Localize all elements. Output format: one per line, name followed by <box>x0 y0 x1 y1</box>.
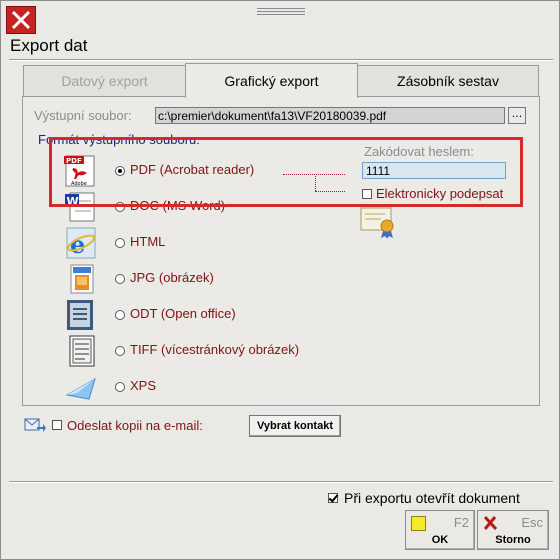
format-label-tiff: TIFF (vícestránkový obrázek) <box>130 342 300 357</box>
sign-label: Elektronicky podepsat <box>376 186 504 201</box>
format-option-pdf[interactable]: PDF Adobe PDF (Acrobat reader) <box>61 155 361 187</box>
drag-grip[interactable] <box>257 8 305 18</box>
odt-document-icon <box>67 300 93 330</box>
footer-divider <box>9 481 553 483</box>
svg-text:W: W <box>67 195 79 208</box>
output-file-label: Výstupní soubor: <box>34 108 132 123</box>
format-label-doc: DOC (MS Word) <box>130 198 226 213</box>
connector-line <box>283 174 345 175</box>
red-x-icon <box>483 516 497 530</box>
pdf-file-icon: PDF Adobe <box>64 155 95 187</box>
export-dialog: Export dat Datový export Grafický export… <box>0 0 560 560</box>
format-radio-jpg[interactable] <box>115 274 125 284</box>
certificate-icon <box>360 207 394 238</box>
format-radio-html[interactable] <box>115 238 125 248</box>
internet-explorer-icon: e <box>66 227 96 259</box>
word-doc-icon: W <box>65 192 95 222</box>
format-radio-doc[interactable] <box>115 202 125 212</box>
format-radio-tiff[interactable] <box>115 346 125 356</box>
password-label: Zakódovat heslem: <box>364 144 474 159</box>
open-after-label: Při exportu otevřít dokument <box>344 490 520 506</box>
cancel-button[interactable]: Esc Storno <box>477 510 549 550</box>
format-option-odt[interactable]: ODT (Open office) <box>61 299 361 331</box>
jpg-image-icon <box>70 264 94 294</box>
browse-button[interactable]: ... <box>508 107 526 124</box>
svg-text:Adobe: Adobe <box>71 181 87 187</box>
cancel-shortcut: Esc <box>521 515 543 530</box>
format-label-xps: XPS <box>130 378 157 393</box>
format-radio-odt[interactable] <box>115 310 125 320</box>
format-label-jpg: JPG (obrázek) <box>130 270 214 285</box>
format-label-odt: ODT (Open office) <box>130 306 236 321</box>
email-send-icon <box>24 418 46 432</box>
format-radio-xps[interactable] <box>115 382 125 392</box>
email-label: Odeslat kopii na e-mail: <box>67 417 203 433</box>
format-label-pdf: PDF (Acrobat reader) <box>130 162 255 177</box>
title-divider <box>9 59 553 61</box>
sign-checkbox[interactable] <box>362 188 372 199</box>
format-heading: Formát výstupního souboru: <box>38 132 200 147</box>
format-option-tiff[interactable]: TIFF (vícestránkový obrázek) <box>61 335 361 367</box>
format-option-xps[interactable]: XPS <box>61 371 361 403</box>
close-button[interactable] <box>6 6 36 34</box>
dialog-title: Export dat <box>10 36 88 55</box>
cancel-label: Storno <box>495 534 531 546</box>
open-after-checkbox[interactable] <box>328 493 338 503</box>
format-option-html[interactable]: e HTML <box>61 227 361 259</box>
tab-zasobnik-sestav[interactable]: Zásobník sestav <box>357 65 539 96</box>
tab-graficky-export[interactable]: Grafický export <box>185 63 358 98</box>
email-checkbox[interactable] <box>52 420 62 430</box>
ok-label: OK <box>431 534 449 546</box>
svg-text:PDF: PDF <box>66 157 82 165</box>
connector-line <box>315 191 345 192</box>
open-after-option[interactable]: Při exportu otevřít dokument <box>328 490 520 506</box>
svg-text:e: e <box>70 230 85 259</box>
email-option[interactable]: Odeslat kopii na e-mail: <box>24 417 203 433</box>
format-option-doc[interactable]: W DOC (MS Word) <box>61 191 361 223</box>
connector-line <box>315 176 316 191</box>
tiff-document-icon <box>69 335 95 367</box>
ok-shortcut: F2 <box>453 515 469 530</box>
select-contact-button[interactable]: Vybrat kontakt <box>249 415 341 437</box>
tab-datovy-export[interactable]: Datový export <box>23 65 186 96</box>
format-radio-pdf[interactable] <box>115 166 125 176</box>
yellow-square-icon <box>411 516 426 531</box>
sign-option[interactable]: Elektronicky podepsat <box>362 186 503 201</box>
output-file-field[interactable]: c:\premier\dokument\fa13\VF20180039.pdf <box>155 107 505 124</box>
format-option-jpg[interactable]: JPG (obrázek) <box>61 263 361 295</box>
format-label-html: HTML <box>130 234 166 249</box>
xps-document-icon <box>65 377 96 400</box>
close-icon <box>11 10 31 30</box>
password-field[interactable]: 1111 <box>362 162 506 179</box>
ok-button[interactable]: F2 OK <box>405 510 475 550</box>
